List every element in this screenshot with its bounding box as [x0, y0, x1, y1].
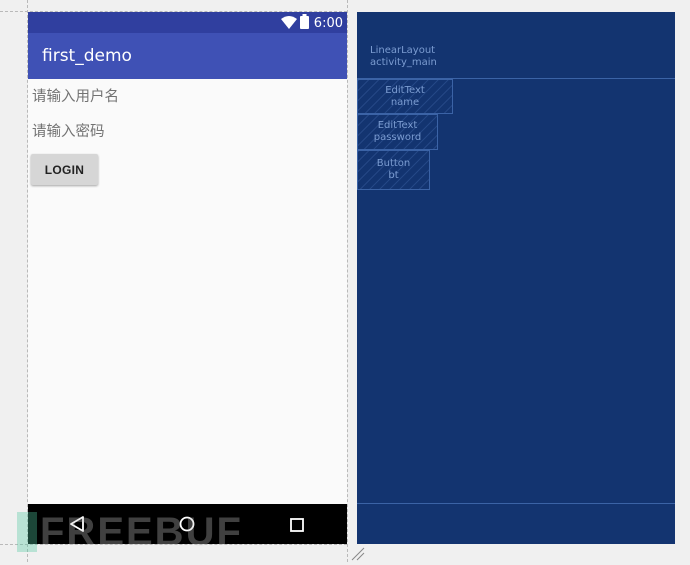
blueprint-root-type: LinearLayout [370, 45, 436, 56]
blueprint-root-id: activity_main [370, 57, 437, 68]
blueprint-widget-id: password [373, 132, 422, 143]
status-icons: 6:00 [280, 14, 343, 33]
blueprint-navbar-divider [357, 503, 675, 504]
home-icon[interactable] [179, 516, 195, 536]
status-bar: 6:00 [28, 12, 347, 33]
design-view[interactable]: 6:00 first_demo 请输入用户名 请输入密码 LOGIN [28, 12, 347, 544]
blueprint-edittext-name[interactable]: EditText name [357, 79, 453, 114]
design-guide-bottom [0, 544, 347, 545]
navigation-bar [28, 504, 347, 544]
design-guide-right [347, 0, 348, 562]
blueprint-button-bt[interactable]: Button bt [357, 150, 430, 190]
blueprint-edittext-password[interactable]: EditText password [357, 114, 438, 150]
blueprint-widget-type: EditText [377, 120, 418, 131]
blueprint-widget-type: EditText [385, 84, 425, 96]
username-field[interactable]: 请输入用户名 [32, 88, 119, 106]
blueprint-widget-id: name [390, 96, 420, 108]
recents-icon[interactable] [290, 517, 304, 536]
login-button[interactable]: LOGIN [31, 154, 98, 185]
blueprint-view[interactable]: LinearLayout activity_main EditText name… [357, 12, 675, 544]
status-time: 6:00 [313, 16, 343, 31]
battery-icon [299, 14, 309, 33]
back-icon[interactable] [70, 516, 84, 536]
app-bar: first_demo [28, 33, 347, 79]
wifi-icon [280, 14, 297, 33]
blueprint-widget-type: Button [376, 158, 411, 169]
blueprint-root-layout[interactable]: LinearLayout activity_main [370, 45, 437, 69]
resize-handle-icon[interactable] [351, 546, 365, 565]
password-field[interactable]: 请输入密码 [32, 123, 105, 141]
blueprint-widget-id: bt [388, 170, 399, 181]
app-title: first_demo [42, 46, 132, 66]
